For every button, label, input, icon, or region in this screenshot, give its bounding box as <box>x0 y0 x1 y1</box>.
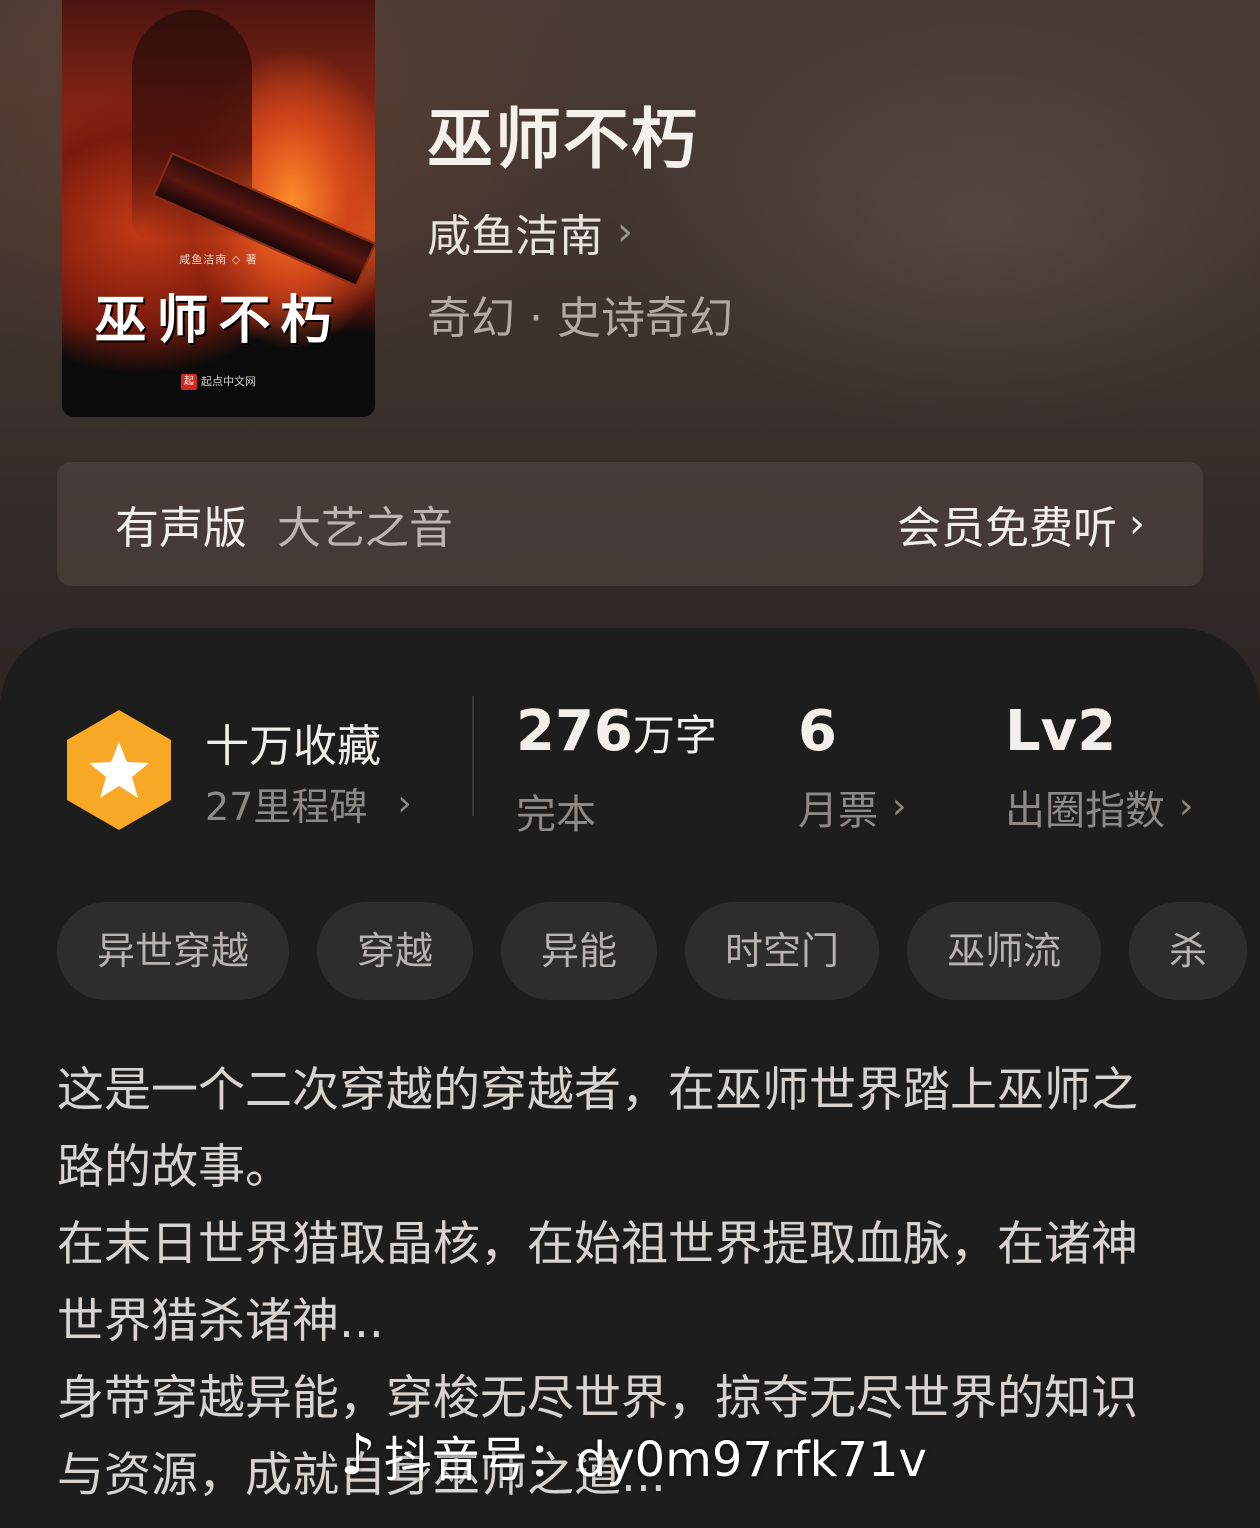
tag-chip[interactable]: 穿越 <box>317 902 474 1000</box>
monthly-ticket-label: 月票 <box>798 788 878 834</box>
description-paragraph: 在末日世界猎取晶核，在始祖世界提取血脉，在诸神世界猎杀诸神... <box>57 1217 1138 1349</box>
word-count-unit: 万字 <box>632 711 717 760</box>
collection-badge-icon <box>67 710 171 830</box>
audiobook-narrator: 大艺之音 <box>277 503 453 554</box>
book-title: 巫师不朽 <box>427 100 699 178</box>
tag-chip[interactable]: 杀 <box>1129 902 1248 1000</box>
collection-title: 十万收藏 <box>205 721 381 772</box>
stats-divider <box>472 696 474 816</box>
word-count-stat: 276万字 完本 <box>516 700 717 840</box>
publisher-name: 起点中文网 <box>201 375 256 388</box>
chevron-right-icon: › <box>1179 786 1194 827</box>
monthly-ticket-stat[interactable]: 6 月票 › <box>798 700 906 836</box>
free-listen-button[interactable]: 会员免费听 › <box>897 492 1145 556</box>
author-name: 咸鱼洁南 <box>427 211 603 262</box>
tiktok-note-icon: ♪ <box>340 1422 376 1488</box>
chevron-right-icon: › <box>1129 501 1145 547</box>
tag-list: 异世穿越 穿越 异能 时空门 巫师流杀 <box>57 902 1260 1000</box>
audiobook-bar[interactable]: 有声版 大艺之音 会员免费听 › <box>57 462 1203 586</box>
word-count-value: 276 <box>516 699 633 764</box>
milestone-link[interactable]: 27里程碑 › <box>205 776 412 831</box>
description-paragraph: 这是一个二次穿越的穿越者，在巫师世界踏上巫师之路的故事。 <box>57 1063 1138 1195</box>
monthly-ticket-value: 6 <box>798 699 837 764</box>
influence-stat[interactable]: Lv2 出圈指数 › <box>1005 700 1193 836</box>
tag-chip[interactable]: 时空门 <box>685 902 880 1000</box>
tag-chip[interactable]: 异世穿越 <box>57 902 290 1000</box>
chevron-right-icon: › <box>617 209 633 255</box>
audiobook-label: 有声版 <box>115 503 247 554</box>
book-cover[interactable]: 咸鱼洁南 ◇ 著 巫师不朽 起起点中文网 <box>62 0 375 417</box>
watermark: ♪ 抖音号：dy0m97rfk71v <box>340 1420 927 1490</box>
milestone-label: 27里程碑 <box>205 785 368 829</box>
tag-chip[interactable]: 巫师流 <box>907 902 1102 1000</box>
cover-publisher: 起起点中文网 <box>62 373 375 390</box>
watermark-text: 抖音号：dy0m97rfk71v <box>383 1432 927 1488</box>
cover-title-text: 巫师不朽 <box>94 290 343 351</box>
author-link[interactable]: 咸鱼洁南 › <box>427 200 633 264</box>
chevron-right-icon: › <box>892 786 907 827</box>
tag-chip[interactable]: 异能 <box>501 902 658 1000</box>
book-genre: 奇幻 · 史诗奇幻 <box>427 293 733 344</box>
influence-value: Lv2 <box>1005 699 1117 764</box>
publisher-logo-icon: 起 <box>181 374 197 390</box>
cover-author-text: 咸鱼洁南 ◇ 著 <box>179 253 258 266</box>
chevron-right-icon: › <box>397 782 412 824</box>
free-listen-label: 会员免费听 <box>897 503 1117 554</box>
completion-status: 完本 <box>516 792 596 838</box>
influence-label: 出圈指数 <box>1005 788 1165 834</box>
